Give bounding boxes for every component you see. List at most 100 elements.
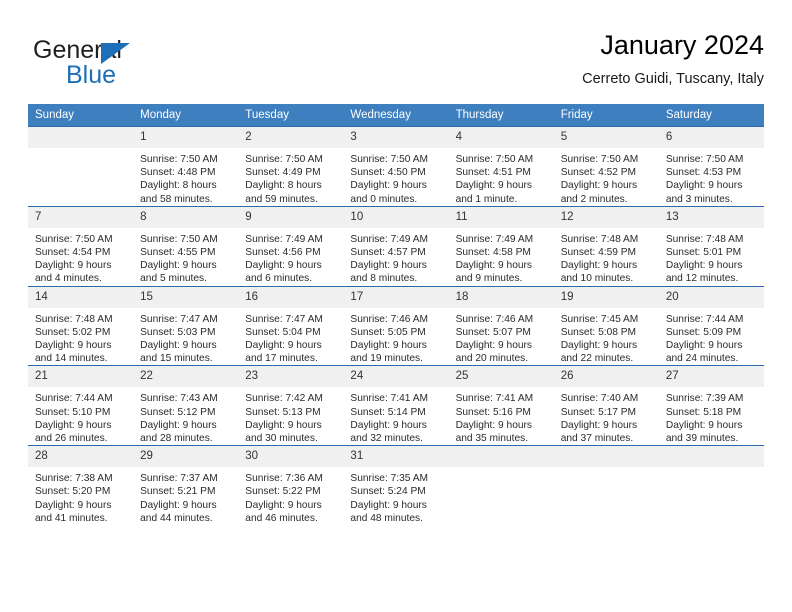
calendar-day-cell[interactable]: 7 Sunrise: 7:50 AM Sunset: 4:54 PM Daylight… xyxy=(28,205,134,287)
day-info-line: Daylight: 9 hours xyxy=(140,419,217,431)
day-info-line: Daylight: 9 hours xyxy=(35,340,112,352)
day-info-line: and 15 minutes. xyxy=(140,353,213,365)
day-info-line: and 37 minutes. xyxy=(560,433,634,445)
day-number: 17 xyxy=(343,286,449,308)
day-sun-info: Sunrise: 7:40 AM Sunset: 5:17 PM Daylight:… xyxy=(554,387,659,445)
day-number: 3 xyxy=(343,127,449,148)
day-number: 27 xyxy=(658,366,764,388)
calendar-day-cell[interactable]: 4 Sunrise: 7:50 AM Sunset: 4:51 PM Daylight… xyxy=(448,126,554,207)
calendar-day-cell[interactable]: 21 Sunrise: 7:44 AM Sunset: 5:10 PM Dayligh… xyxy=(28,365,134,446)
day-sun-info: Sunrise: 7:49 AM Sunset: 4:56 PM Daylight:… xyxy=(238,228,343,286)
day-info-line: and 26 minutes. xyxy=(35,433,108,445)
day-number: 5 xyxy=(553,127,659,148)
day-sun-info: Sunrise: 7:46 AM Sunset: 5:07 PM Daylight:… xyxy=(449,308,554,366)
day-info-line: Sunset: 4:52 PM xyxy=(560,167,637,179)
day-number: 14 xyxy=(28,286,134,308)
calendar-day-cell[interactable]: 26 Sunrise: 7:40 AM Sunset: 5:17 PM Dayligh… xyxy=(553,365,659,446)
day-info-line: Daylight: 9 hours xyxy=(560,340,638,352)
day-number: 23 xyxy=(238,366,344,388)
calendar-day-cell[interactable]: 16 Sunrise: 7:47 AM Sunset: 5:04 PM Dayligh… xyxy=(238,285,344,366)
day-info-line: Sunset: 4:54 PM xyxy=(35,247,111,259)
day-info-line: Sunrise: 7:45 AM xyxy=(560,313,639,325)
calendar-day-cell[interactable]: 1 Sunrise: 7:50 AM Sunset: 4:48 PM Daylight… xyxy=(133,126,239,207)
day-info-line: Sunrise: 7:46 AM xyxy=(455,313,534,325)
day-info-line: Sunrise: 7:42 AM xyxy=(245,393,323,405)
day-info-line: Daylight: 9 hours xyxy=(35,260,112,272)
day-info-line: Sunset: 5:24 PM xyxy=(350,486,426,498)
day-info-line: Sunrise: 7:49 AM xyxy=(455,233,534,245)
calendar-day-cell[interactable]: 3 Sunrise: 7:50 AM Sunset: 4:50 PM Daylight… xyxy=(343,126,449,207)
calendar-day-cell[interactable]: 13 Sunrise: 7:48 AM Sunset: 5:01 PM Dayligh… xyxy=(658,205,764,287)
day-info-line: Sunrise: 7:48 AM xyxy=(35,313,113,325)
calendar-day-cell[interactable]: 28 Sunrise: 7:38 AM Sunset: 5:20 PM Dayligh… xyxy=(28,445,134,533)
day-info-line: Sunrise: 7:41 AM xyxy=(455,393,534,405)
day-info-line: Sunset: 4:49 PM xyxy=(245,167,321,179)
day-info-line: Sunset: 4:53 PM xyxy=(665,167,742,179)
day-info-line: Sunset: 5:10 PM xyxy=(35,406,111,418)
calendar-day-cell[interactable]: 8 Sunrise: 7:50 AM Sunset: 4:55 PM Daylight… xyxy=(133,205,239,287)
day-info-line: Sunset: 5:22 PM xyxy=(245,486,321,498)
weekday-header-sunday: Sunday xyxy=(28,104,134,127)
calendar-day-cell[interactable]: 25 Sunrise: 7:41 AM Sunset: 5:16 PM Dayligh… xyxy=(448,365,554,446)
day-info-line: Daylight: 9 hours xyxy=(245,260,322,272)
day-info-line: Daylight: 9 hours xyxy=(560,180,638,192)
day-number: 2 xyxy=(238,127,344,148)
calendar-day-cell[interactable]: 18 Sunrise: 7:46 AM Sunset: 5:07 PM Dayligh… xyxy=(448,285,554,366)
calendar-week-row: 21 Sunrise: 7:44 AM Sunset: 5:10 PM Dayligh… xyxy=(28,365,764,446)
day-info-line: Sunrise: 7:49 AM xyxy=(350,233,429,245)
logo-word-blue: Blue xyxy=(66,61,117,89)
day-sun-info: Sunrise: 7:48 AM Sunset: 5:02 PM Daylight:… xyxy=(28,308,133,366)
day-sun-info: Sunrise: 7:38 AM Sunset: 5:20 PM Daylight:… xyxy=(28,467,133,525)
day-info-line: Sunrise: 7:38 AM xyxy=(35,473,113,485)
day-info-line: Daylight: 9 hours xyxy=(35,499,112,511)
calendar-day-cell[interactable]: 24 Sunrise: 7:41 AM Sunset: 5:14 PM Dayligh… xyxy=(343,365,449,446)
calendar-day-cell[interactable]: 11 Sunrise: 7:49 AM Sunset: 4:58 PM Dayligh… xyxy=(448,205,554,287)
day-info-line: and 8 minutes. xyxy=(350,273,418,285)
calendar-day-cell[interactable]: 27 Sunrise: 7:39 AM Sunset: 5:18 PM Dayligh… xyxy=(658,365,764,446)
day-info-line: Sunset: 5:12 PM xyxy=(140,406,216,418)
day-sun-info: Sunrise: 7:44 AM Sunset: 5:10 PM Daylight:… xyxy=(28,387,133,445)
day-info-line: Daylight: 9 hours xyxy=(665,340,743,352)
day-info-line: Sunrise: 7:50 AM xyxy=(140,154,218,165)
day-info-line: Sunrise: 7:50 AM xyxy=(455,154,534,165)
calendar-empty-cell xyxy=(28,126,134,207)
calendar-day-cell[interactable]: 5 Sunrise: 7:50 AM Sunset: 4:52 PM Daylight… xyxy=(553,126,659,207)
day-info-line: Daylight: 9 hours xyxy=(455,260,533,272)
day-info-line: and 1 minute. xyxy=(455,193,518,205)
day-info-line: and 28 minutes. xyxy=(140,433,213,445)
day-sun-info: Sunrise: 7:47 AM Sunset: 5:04 PM Daylight:… xyxy=(238,308,343,366)
calendar-day-cell[interactable]: 9 Sunrise: 7:49 AM Sunset: 4:56 PM Daylight… xyxy=(238,205,344,287)
day-sun-info: Sunrise: 7:36 AM Sunset: 5:22 PM Daylight:… xyxy=(238,467,343,525)
day-info-line: Daylight: 9 hours xyxy=(560,419,638,431)
weekday-header-saturday: Saturday xyxy=(658,104,764,127)
day-info-line: and 32 minutes. xyxy=(350,433,423,445)
day-number: 15 xyxy=(133,286,239,308)
calendar-day-cell[interactable]: 19 Sunrise: 7:45 AM Sunset: 5:08 PM Dayligh… xyxy=(553,285,659,366)
day-info-line: Daylight: 9 hours xyxy=(245,419,322,431)
calendar-day-cell[interactable]: 23 Sunrise: 7:42 AM Sunset: 5:13 PM Dayligh… xyxy=(238,365,344,446)
calendar-day-cell[interactable]: 22 Sunrise: 7:43 AM Sunset: 5:12 PM Dayligh… xyxy=(133,365,239,446)
day-info-line: Sunset: 5:18 PM xyxy=(665,406,742,418)
weekday-header-tuesday: Tuesday xyxy=(238,104,344,127)
calendar-day-cell[interactable]: 31 Sunrise: 7:35 AM Sunset: 5:24 PM Dayligh… xyxy=(343,445,449,533)
calendar-day-cell[interactable]: 30 Sunrise: 7:36 AM Sunset: 5:22 PM Dayligh… xyxy=(238,445,344,533)
calendar-day-cell[interactable]: 2 Sunrise: 7:50 AM Sunset: 4:49 PM Daylight… xyxy=(238,126,344,207)
day-sun-info: Sunrise: 7:37 AM Sunset: 5:21 PM Daylight:… xyxy=(133,467,238,525)
calendar-day-cell[interactable]: 17 Sunrise: 7:46 AM Sunset: 5:05 PM Dayligh… xyxy=(343,285,449,366)
calendar-day-cell[interactable]: 10 Sunrise: 7:49 AM Sunset: 4:57 PM Dayligh… xyxy=(343,205,449,287)
calendar-day-cell[interactable]: 14 Sunrise: 7:48 AM Sunset: 5:02 PM Dayligh… xyxy=(28,285,134,366)
calendar-day-cell[interactable]: 29 Sunrise: 7:37 AM Sunset: 5:21 PM Dayligh… xyxy=(133,445,239,533)
day-info-line: and 10 minutes. xyxy=(560,273,634,285)
calendar-day-cell[interactable]: 20 Sunrise: 7:44 AM Sunset: 5:09 PM Dayligh… xyxy=(658,285,764,366)
day-info-line: Daylight: 9 hours xyxy=(350,419,427,431)
calendar-day-cell[interactable]: 12 Sunrise: 7:48 AM Sunset: 4:59 PM Dayligh… xyxy=(553,205,659,287)
calendar-day-cell[interactable]: 6 Sunrise: 7:50 AM Sunset: 4:53 PM Daylight… xyxy=(658,126,764,207)
day-info-line: Sunrise: 7:36 AM xyxy=(245,473,323,485)
day-info-line: Sunrise: 7:37 AM xyxy=(140,473,218,485)
calendar-day-cell[interactable]: 15 Sunrise: 7:47 AM Sunset: 5:03 PM Dayligh… xyxy=(133,285,239,366)
day-sun-info: Sunrise: 7:50 AM Sunset: 4:50 PM Daylight:… xyxy=(343,148,448,206)
day-sun-info: Sunrise: 7:47 AM Sunset: 5:03 PM Daylight:… xyxy=(133,308,238,366)
day-info-line: Sunrise: 7:47 AM xyxy=(140,313,218,325)
general-blue-logo[interactable]: General Blue xyxy=(33,36,223,92)
day-number: 12 xyxy=(553,206,659,228)
